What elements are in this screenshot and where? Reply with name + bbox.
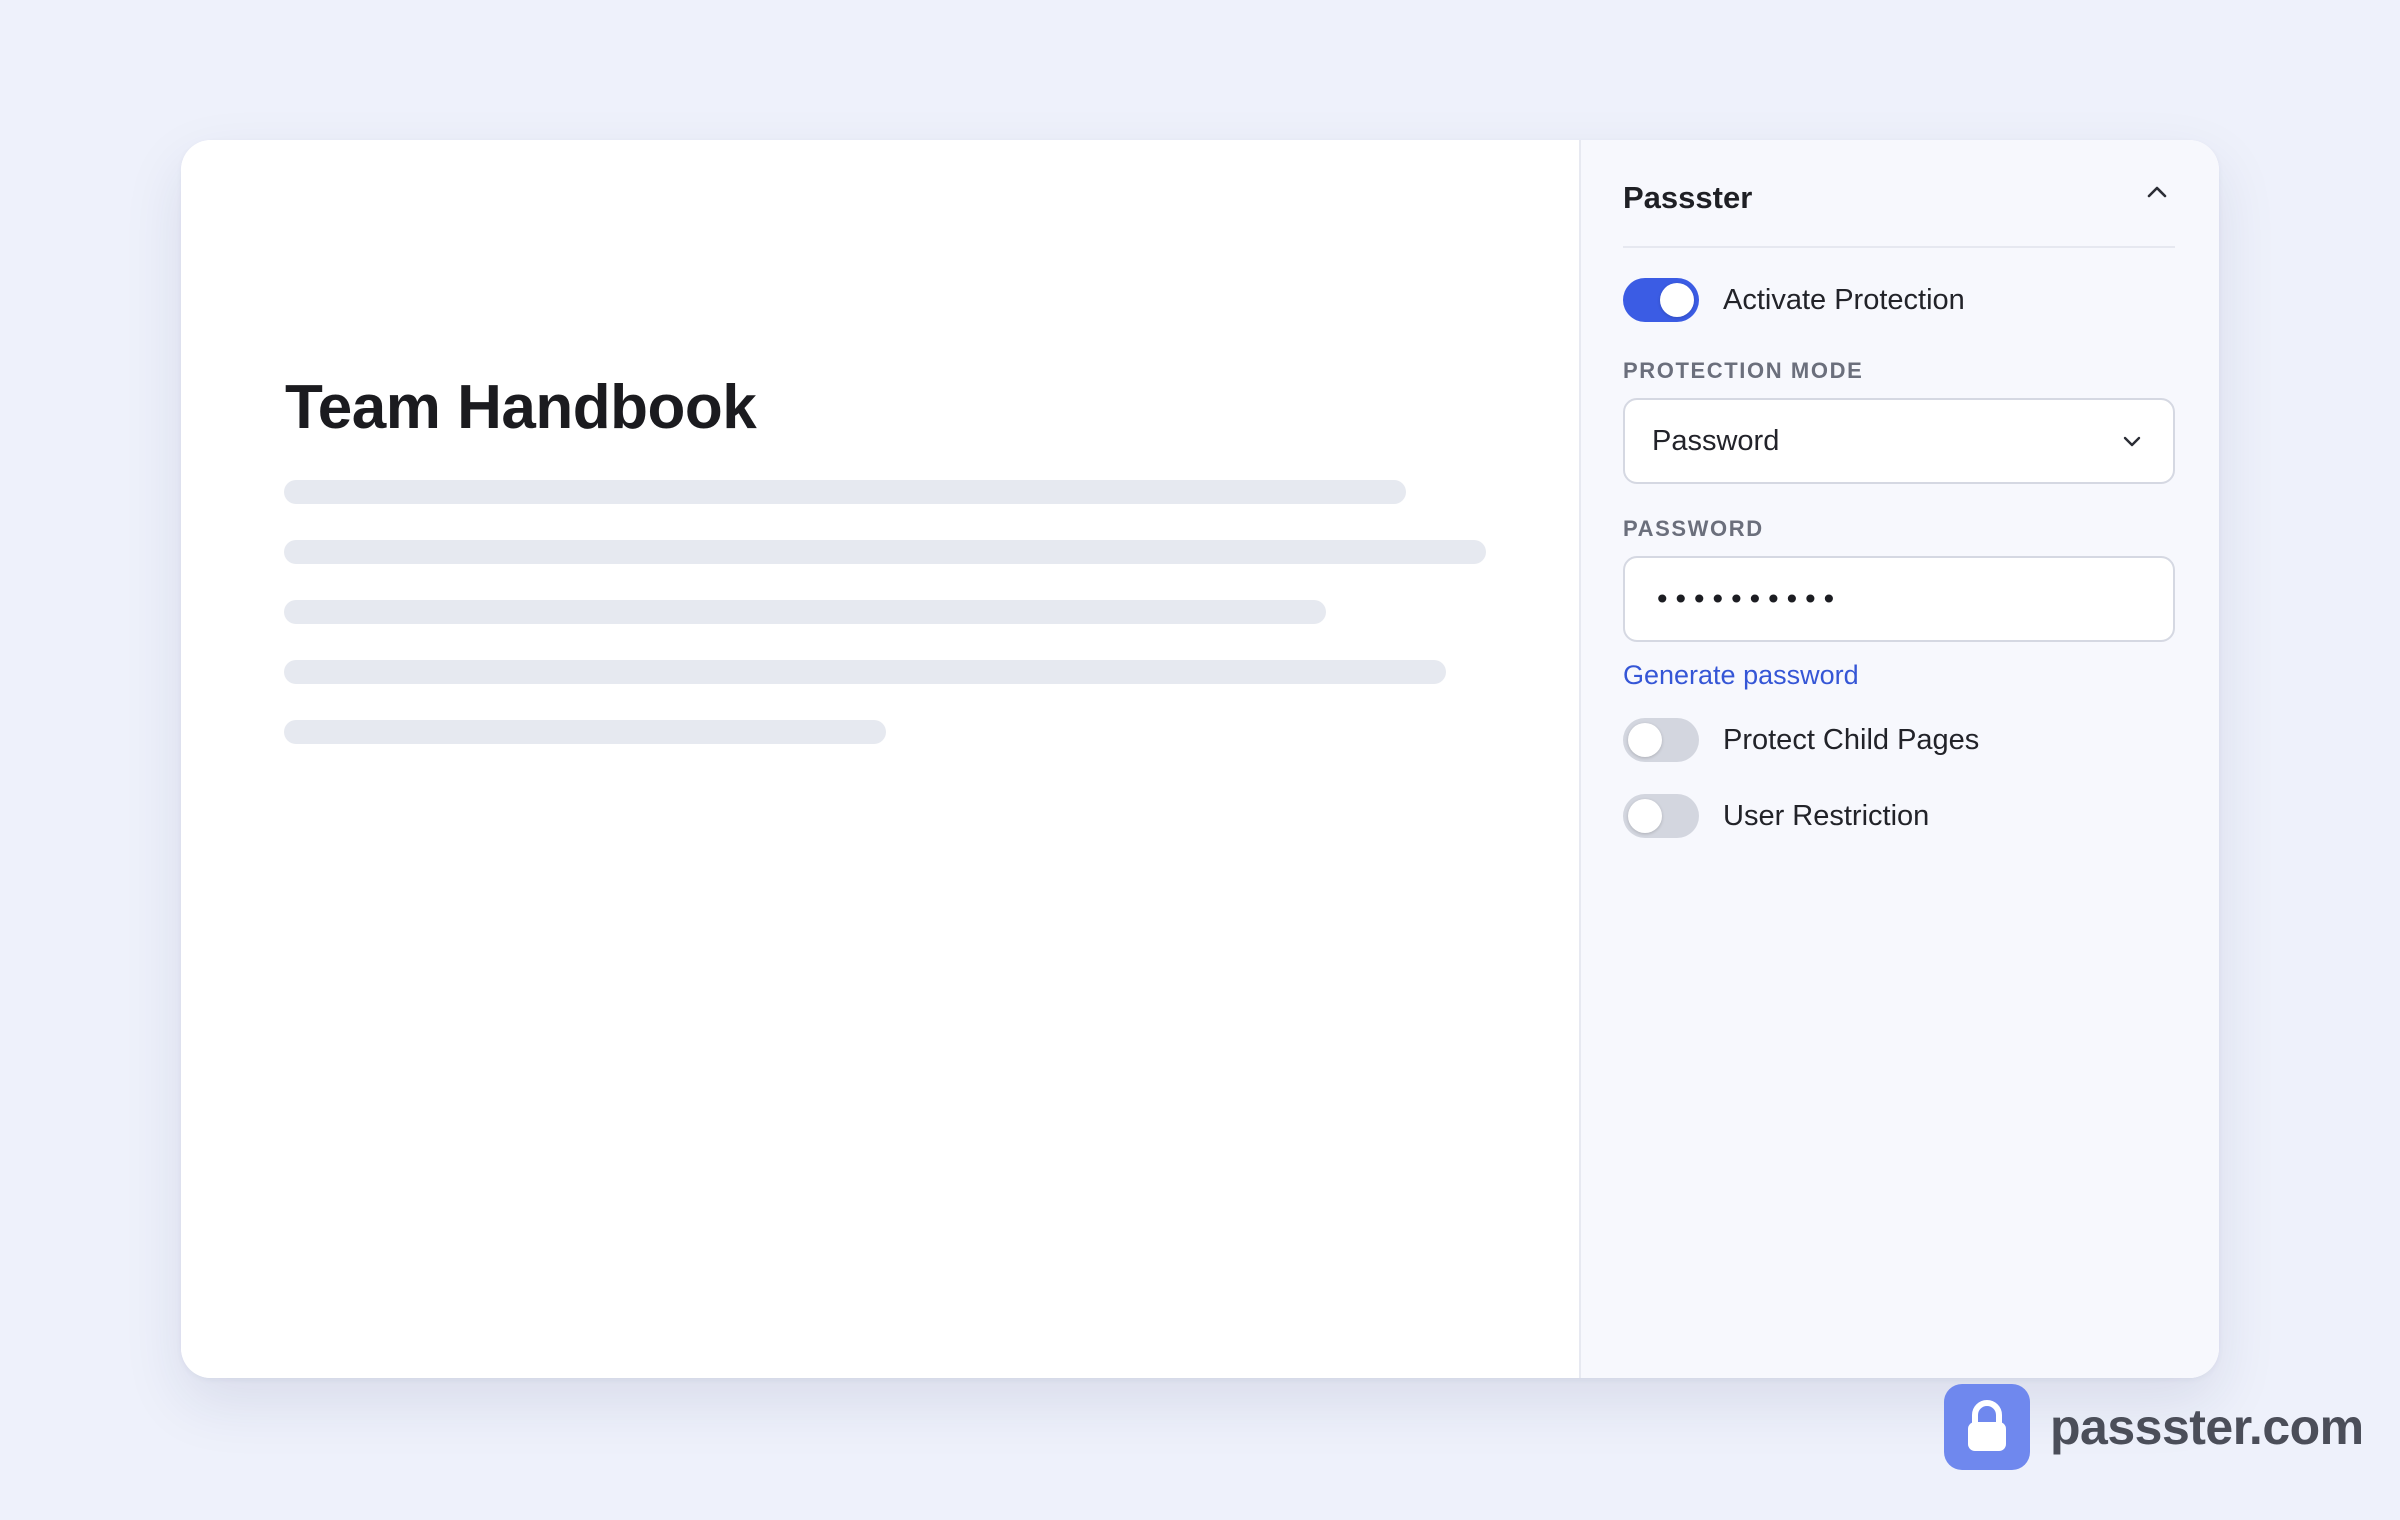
toggle-knob xyxy=(1628,799,1662,833)
chevron-down-icon xyxy=(2123,436,2141,447)
placeholder-text-line xyxy=(284,600,1326,624)
placeholder-text-line xyxy=(284,480,1406,504)
protection-mode-value: Password xyxy=(1652,424,1780,457)
password-input[interactable] xyxy=(1623,556,2175,642)
placeholder-text-line xyxy=(284,720,886,744)
lock-icon xyxy=(1968,1400,2006,1451)
protect-child-pages-row: Protect Child Pages xyxy=(1623,718,1979,762)
brand-domain: passster.com xyxy=(2050,1399,2364,1455)
brand-logo xyxy=(1944,1384,2030,1470)
placeholder-text-line xyxy=(284,540,1486,564)
protection-mode-select[interactable]: Password xyxy=(1623,398,2175,484)
user-restriction-row: User Restriction xyxy=(1623,794,1929,838)
protect-child-pages-toggle[interactable] xyxy=(1623,718,1699,762)
page-title[interactable]: Team Handbook xyxy=(285,368,757,448)
editor-canvas[interactable]: Team Handbook xyxy=(181,140,1579,1378)
activate-protection-row: Activate Protection xyxy=(1623,278,1965,322)
passster-settings-panel: Passster Activate Protection PROTECTION … xyxy=(1579,140,2219,1378)
password-label: PASSWORD xyxy=(1623,516,1764,541)
placeholder-text-line xyxy=(284,660,1446,684)
brand-watermark: passster.com xyxy=(1944,1384,2364,1470)
activate-protection-label: Activate Protection xyxy=(1723,283,1965,316)
protect-child-pages-label: Protect Child Pages xyxy=(1723,723,1980,756)
user-restriction-toggle[interactable] xyxy=(1623,794,1699,838)
activate-protection-toggle[interactable] xyxy=(1623,278,1699,322)
toggle-knob xyxy=(1628,723,1662,757)
user-restriction-label: User Restriction xyxy=(1723,799,1930,832)
editor-window: Team Handbook Passster Activate Protecti… xyxy=(181,140,2219,1378)
protection-mode-label: PROTECTION MODE xyxy=(1623,358,1864,383)
toggle-knob xyxy=(1660,283,1694,317)
panel-title: Passster xyxy=(1623,180,1753,215)
collapse-panel-button[interactable] xyxy=(2139,174,2175,210)
chevron-up-icon xyxy=(2147,186,2167,198)
panel-header[interactable]: Passster xyxy=(1623,140,2175,248)
generate-password-link[interactable]: Generate password xyxy=(1623,660,1859,691)
